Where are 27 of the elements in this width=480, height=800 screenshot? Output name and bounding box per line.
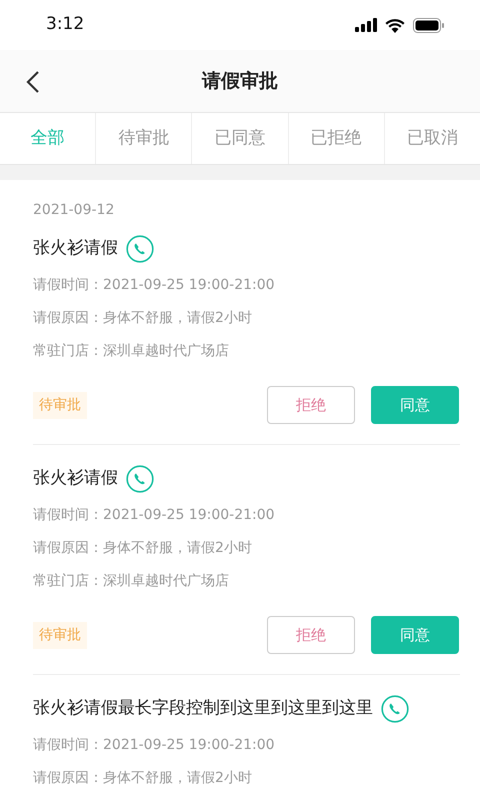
status-tag: 待审批 [33, 622, 87, 648]
phone-icon[interactable] [381, 695, 409, 723]
detail-line: 常驻门店：深圳卓越时代广场店 [33, 572, 230, 591]
detail-line: 请假原因：身体不舒服，请假2小时 [33, 309, 253, 328]
status-time: 3:12 [46, 13, 84, 36]
signal-icon [355, 18, 377, 32]
reject-button[interactable]: 拒绝 [267, 616, 355, 654]
reject-button[interactable]: 拒绝 [267, 386, 355, 424]
detail-line: 请假时间：2021-09-25 19:00-21:00 [33, 506, 276, 525]
phone-icon[interactable] [126, 465, 154, 493]
requester-name: 张火衫请假最长字段控制到这里到这里到这里 [33, 697, 373, 720]
detail-line: 请假原因：身体不舒服，请假2小时 [33, 539, 253, 558]
detail-line: 请假时间：2021-09-25 19:00-21:00 [33, 736, 276, 755]
back-icon[interactable] [26, 70, 40, 94]
requester-name: 张火衫请假 [33, 237, 118, 260]
detail-line: 请假原因：身体不舒服，请假2小时 [33, 769, 253, 788]
battery-icon [413, 18, 444, 32]
detail-line: 常驻门店：深圳卓越时代广场店 [33, 342, 230, 361]
requester-name: 张火衫请假 [33, 467, 118, 490]
phone-icon[interactable] [126, 235, 154, 263]
status-tag: 待审批 [33, 392, 87, 418]
record-date: 2021-09-12 [33, 201, 116, 220]
approve-button[interactable]: 同意 [371, 616, 459, 654]
page-title: 请假审批 [202, 68, 278, 94]
approve-button[interactable]: 同意 [371, 386, 459, 424]
wifi-icon [385, 18, 405, 32]
detail-line: 请假时间：2021-09-25 19:00-21:00 [33, 276, 276, 295]
